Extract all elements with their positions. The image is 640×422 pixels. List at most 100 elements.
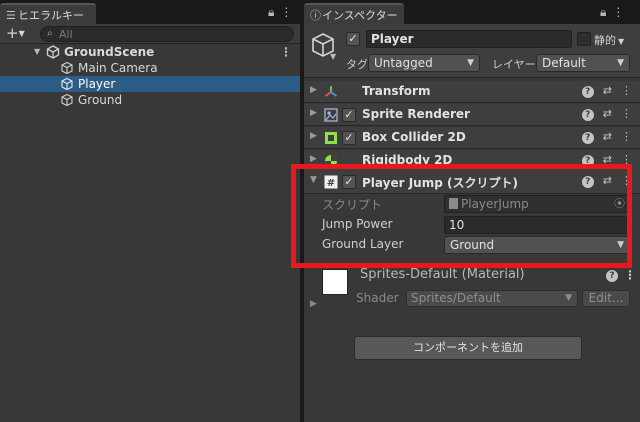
- component-box-collider-2d[interactable]: ▶ ✓ Box Collider 2D ? ⇄ ⋮: [304, 127, 640, 149]
- inspector-panel: ⓘインスペクター 🔒︎ ⋮ ▼ ✓ Player 静的 ▼ タグ Untagged ▼…: [304, 0, 640, 422]
- lock-icon[interactable]: 🔒︎: [600, 5, 606, 20]
- expand-arrow-icon[interactable]: ▶: [310, 299, 317, 309]
- item-label: Player: [78, 77, 116, 91]
- active-checkbox[interactable]: ✓: [346, 32, 360, 46]
- more-options-icon[interactable]: ⋮: [621, 153, 632, 166]
- help-icon[interactable]: ?: [581, 155, 594, 167]
- chevron-down-icon: ▼: [18, 29, 25, 38]
- help-icon[interactable]: ?: [581, 132, 594, 144]
- more-options-icon[interactable]: ⋮: [621, 174, 632, 187]
- material-preview[interactable]: [322, 269, 348, 295]
- chevron-down-icon: ▼: [617, 58, 624, 68]
- ground-layer-dropdown[interactable]: Ground ▼: [444, 236, 630, 254]
- expand-arrow-icon[interactable]: ▶: [310, 131, 317, 141]
- presets-icon[interactable]: ⇄: [603, 84, 612, 97]
- component-actions: ? ⇄ ⋮: [573, 107, 632, 121]
- expand-arrow-icon[interactable]: ▶: [310, 85, 317, 95]
- presets-icon[interactable]: ⇄: [603, 107, 612, 120]
- layer-label: レイヤー: [492, 58, 536, 71]
- scene-more-icon[interactable]: ⋮: [280, 44, 292, 60]
- component-sprite-renderer[interactable]: ▶ ✓ Sprite Renderer ? ⇄ ⋮: [304, 104, 640, 126]
- add-component-button[interactable]: コンポーネントを追加: [354, 336, 582, 360]
- more-options-icon[interactable]: ⋮: [612, 5, 624, 19]
- script-file-icon: [449, 198, 458, 209]
- unity-scene-icon: [46, 45, 60, 59]
- tag-dropdown[interactable]: Untagged ▼: [368, 54, 480, 72]
- component-actions: ? ⇄ ⋮: [573, 153, 632, 167]
- material-section: Sprites-Default (Material) ? ⋮ ▶ Shader …: [304, 262, 640, 314]
- hierarchy-item-ground[interactable]: Ground: [0, 92, 300, 108]
- player-jump-properties: スクリプト PlayerJump ⦿ Jump Power 10 Ground L…: [304, 194, 640, 258]
- presets-icon[interactable]: ⇄: [603, 130, 612, 143]
- hierarchy-search[interactable]: ⌕: [40, 26, 294, 42]
- more-options-icon[interactable]: ⋮: [624, 268, 636, 282]
- info-icon: ⓘ: [310, 9, 321, 22]
- hierarchy-tabbar: ☰ ヒエラルキー 🔒︎ ⋮: [0, 0, 300, 24]
- shader-value: Sprites/Default: [411, 291, 501, 305]
- lock-icon[interactable]: 🔒︎: [268, 5, 274, 20]
- more-options-icon[interactable]: ⋮: [621, 130, 632, 143]
- hierarchy-item-player[interactable]: Player: [0, 76, 300, 92]
- rigidbody-icon: [324, 154, 338, 168]
- expand-arrow-icon[interactable]: ▶: [310, 154, 317, 164]
- more-options-icon[interactable]: ⋮: [621, 107, 632, 120]
- shader-label: Shader: [356, 291, 399, 305]
- component-name: Transform: [362, 84, 431, 98]
- help-icon[interactable]: ?: [581, 86, 594, 98]
- component-name: Sprite Renderer: [362, 107, 470, 121]
- scene-row[interactable]: ▼ GroundScene ⋮: [0, 44, 300, 60]
- component-name: Rigidbody 2D: [362, 153, 453, 167]
- static-checkbox[interactable]: [577, 32, 591, 46]
- chevron-down-icon: ▼: [565, 293, 572, 303]
- component-actions: ? ⇄ ⋮: [573, 174, 632, 188]
- static-label: 静的: [594, 34, 616, 47]
- hierarchy-tab[interactable]: ☰ ヒエラルキー: [0, 3, 96, 24]
- presets-icon[interactable]: ⇄: [603, 174, 612, 187]
- component-enabled-checkbox[interactable]: ✓: [342, 175, 356, 189]
- component-enabled-checkbox[interactable]: ✓: [342, 108, 356, 122]
- edit-material-button[interactable]: Edit...: [582, 290, 630, 307]
- gameobject-header: ▼ ✓ Player 静的 ▼ タグ Untagged ▼ レイヤー Default…: [304, 24, 640, 78]
- gameobject-cube-icon: [60, 61, 74, 75]
- help-icon[interactable]: ?: [581, 109, 594, 121]
- help-icon[interactable]: ?: [581, 176, 594, 188]
- gameobject-cube-icon: [60, 77, 74, 91]
- component-name: Box Collider 2D: [362, 130, 466, 144]
- collapse-arrow-icon[interactable]: ▼: [310, 175, 317, 185]
- collapse-arrow-icon[interactable]: ▼: [34, 44, 40, 60]
- help-icon[interactable]: ?: [606, 270, 618, 282]
- expand-arrow-icon[interactable]: ▶: [310, 108, 317, 118]
- inspector-tab[interactable]: ⓘインスペクター: [304, 3, 404, 24]
- chevron-down-icon: ▼: [618, 37, 625, 46]
- more-options-icon[interactable]: ⋮: [621, 84, 632, 97]
- component-player-jump[interactable]: ▼ # ✓ Player Jump (スクリプト) ? ⇄ ⋮: [304, 170, 640, 194]
- script-icon: #: [324, 175, 338, 189]
- jump-power-field[interactable]: 10: [444, 216, 630, 234]
- more-options-icon[interactable]: ⋮: [280, 5, 292, 19]
- shader-dropdown[interactable]: Sprites/Default ▼: [406, 290, 578, 307]
- component-actions: ? ⇄ ⋮: [573, 130, 632, 144]
- chevron-down-icon[interactable]: ▼: [330, 52, 336, 61]
- hierarchy-tab-actions: 🔒︎ ⋮: [262, 5, 292, 20]
- material-name: Sprites-Default (Material): [360, 267, 525, 282]
- component-enabled-checkbox[interactable]: ✓: [342, 131, 356, 145]
- jump-power-label: Jump Power: [322, 217, 393, 231]
- gameobject-cube-icon: [60, 93, 74, 107]
- hierarchy-item-main-camera[interactable]: Main Camera: [0, 60, 300, 76]
- script-field: PlayerJump ⦿: [444, 195, 630, 213]
- item-label: Main Camera: [78, 61, 158, 75]
- search-input[interactable]: [59, 27, 279, 41]
- search-icon: ⌕: [47, 28, 53, 39]
- layer-dropdown[interactable]: Default ▼: [536, 54, 630, 72]
- component-rigidbody-2d[interactable]: ▶ Rigidbody 2D ? ⇄ ⋮: [304, 150, 640, 172]
- object-name-field[interactable]: Player: [366, 30, 572, 48]
- add-object-button[interactable]: +▼: [6, 24, 25, 45]
- ground-layer-label: Ground Layer: [322, 237, 404, 251]
- presets-icon[interactable]: ⇄: [603, 153, 612, 166]
- static-dropdown[interactable]: 静的 ▼: [594, 32, 624, 48]
- object-picker-icon[interactable]: ⦿: [614, 196, 625, 212]
- add-object-label: +: [6, 24, 19, 42]
- transform-icon: [324, 85, 338, 99]
- component-transform[interactable]: ▶ Transform ? ⇄ ⋮: [304, 81, 640, 103]
- svg-text:#: #: [327, 178, 335, 189]
